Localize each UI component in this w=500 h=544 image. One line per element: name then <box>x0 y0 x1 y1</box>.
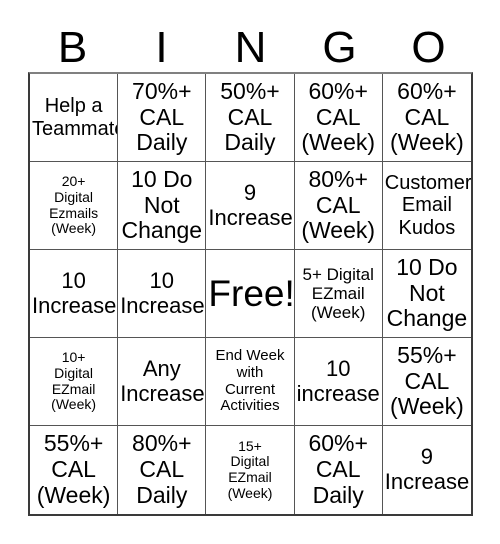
bingo-cell-label: 15+ Digital EZmail (Week) <box>227 437 273 501</box>
bingo-cell-i2[interactable]: 10 Do Not Change <box>118 162 207 250</box>
bingo-cell-o4[interactable]: 55%+ CAL (Week) <box>382 338 471 426</box>
bingo-cell-label: 80%+ CAL (Week) <box>301 165 376 244</box>
bingo-cell-label: 10+ Digital EZmail (Week) <box>51 349 97 413</box>
bingo-cell-n4[interactable]: End Week with Current Activities <box>206 338 295 426</box>
bingo-cell-label: 10 Do Not Change <box>121 165 203 244</box>
bingo-cell-i5[interactable]: 80%+ CAL Daily <box>118 426 207 514</box>
bingo-cell-n5[interactable]: 15+ Digital EZmail (Week) <box>206 426 295 514</box>
bingo-cell-label: 50%+ CAL Daily <box>220 77 280 156</box>
bingo-cell-label: 60%+ CAL (Week) <box>301 77 376 156</box>
bingo-header-row: B I N G O <box>28 8 473 70</box>
bingo-cell-b1[interactable]: Help a Teammate <box>30 74 119 162</box>
bingo-cell-label: 9 Increase <box>208 179 293 230</box>
bingo-cell-label: 55%+ CAL (Week) <box>390 341 464 420</box>
bingo-cell-o3[interactable]: 10 Do Not Change <box>382 250 471 338</box>
bingo-cell-label: 9 Increase <box>384 444 470 494</box>
bingo-cell-g5[interactable]: 60%+ CAL Daily <box>294 426 383 514</box>
bingo-cell-label: 80%+ CAL Daily <box>132 430 192 508</box>
bingo-cell-g3[interactable]: 5+ Digital EZmail (Week) <box>294 250 383 338</box>
bingo-cell-g2[interactable]: 80%+ CAL (Week) <box>294 162 383 250</box>
bingo-cell-label: 10 Increase <box>120 267 205 318</box>
bingo-cell-b5[interactable]: 55%+ CAL (Week) <box>30 426 119 514</box>
bingo-cell-label: 60%+ CAL (Week) <box>390 77 464 156</box>
bingo-cell-o1[interactable]: 60%+ CAL (Week) <box>382 74 471 162</box>
bingo-cell-i3[interactable]: 10 Increase <box>118 250 207 338</box>
bingo-cell-label: 20+ Digital Ezmails (Week) <box>49 173 99 237</box>
bingo-cell-b3[interactable]: 10 Increase <box>30 250 119 338</box>
bingo-cell-g1[interactable]: 60%+ CAL (Week) <box>294 74 383 162</box>
bingo-header-letter-n: N <box>234 23 267 72</box>
bingo-cell-label: 5+ Digital EZmail (Week) <box>302 264 374 323</box>
bingo-cell-label: 60%+ CAL Daily <box>308 430 368 508</box>
bingo-cell-o5[interactable]: 9 Increase <box>382 426 471 514</box>
bingo-cell-label: 10 Do Not Change <box>386 253 468 332</box>
bingo-cell-b4[interactable]: 10+ Digital EZmail (Week) <box>30 338 119 426</box>
bingo-header-letter-b: B <box>57 23 88 72</box>
bingo-cell-label: Free! <box>208 273 295 314</box>
bingo-cell-label: End Week with Current Activities <box>215 346 285 415</box>
bingo-cell-label: Help a Teammate <box>32 95 119 140</box>
bingo-grid: Help a Teammate 70%+ CAL Daily 50%+ CAL Da… <box>28 72 473 516</box>
bingo-cell-label: 10 increase <box>296 355 380 406</box>
bingo-cell-label: Customer Email Kudos <box>384 171 471 239</box>
bingo-cell-o2[interactable]: Customer Email Kudos <box>382 162 471 250</box>
bingo-header-letter-g: G <box>322 23 357 72</box>
bingo-cell-label: 70%+ CAL Daily <box>132 77 192 156</box>
bingo-cell-label: 10 Increase <box>32 267 117 318</box>
bingo-header-letter-i: I <box>155 23 168 72</box>
bingo-card: B I N G O Help a Teammate 70%+ CAL Daily 5… <box>0 0 500 544</box>
bingo-cell-n3[interactable]: Free! <box>206 250 295 338</box>
bingo-cell-label: 55%+ CAL (Week) <box>36 430 111 508</box>
bingo-cell-b2[interactable]: 20+ Digital Ezmails (Week) <box>30 162 119 250</box>
bingo-cell-i4[interactable]: Any Increase <box>118 338 207 426</box>
bingo-cell-n1[interactable]: 50%+ CAL Daily <box>206 74 295 162</box>
bingo-cell-label: Any Increase <box>120 355 205 406</box>
bingo-header-letter-o: O <box>411 23 446 72</box>
bingo-cell-g4[interactable]: 10 increase <box>294 338 383 426</box>
bingo-cell-n2[interactable]: 9 Increase <box>206 162 295 250</box>
bingo-cell-i1[interactable]: 70%+ CAL Daily <box>118 74 207 162</box>
